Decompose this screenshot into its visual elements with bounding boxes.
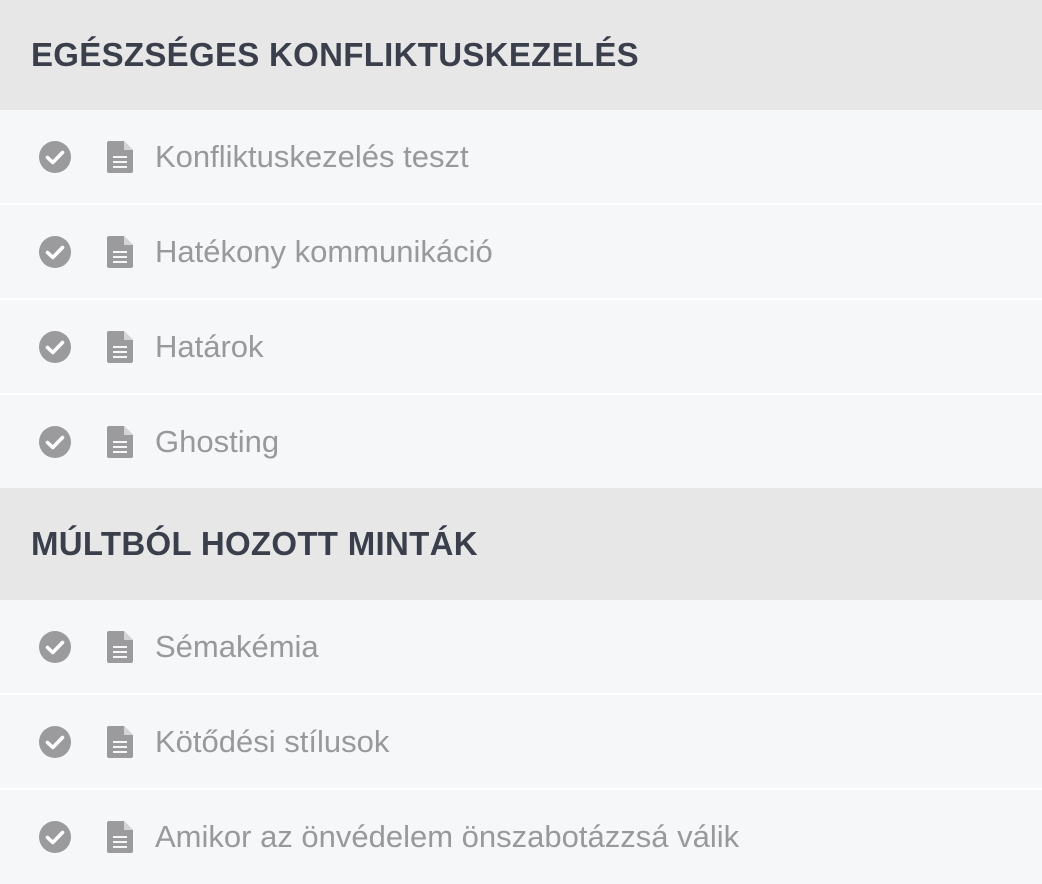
check-circle-icon: [39, 630, 71, 663]
section-header[interactable]: EGÉSZSÉGES KONFLIKTUSKEZELÉS: [0, 0, 1042, 110]
document-icon: [107, 330, 133, 363]
check-circle-icon: [39, 330, 71, 363]
lesson-row[interactable]: Amikor az önvédelem önszabotázzsá válik: [0, 790, 1042, 883]
lesson-label: Konfliktuskezelés teszt: [155, 138, 469, 174]
section-title: EGÉSZSÉGES KONFLIKTUSKEZELÉS: [31, 36, 639, 73]
document-icon: [107, 725, 133, 758]
lesson-label: Kötődési stílusok: [155, 723, 390, 759]
lesson-row[interactable]: Konfliktuskezelés teszt: [0, 110, 1042, 205]
document-icon: [107, 425, 133, 458]
lesson-list: Sémakémia Kötődési stílusok Amikor az ön…: [0, 600, 1042, 883]
lesson-label: Határok: [155, 328, 264, 364]
lesson-row[interactable]: Hatékony kommunikáció: [0, 205, 1042, 300]
section-title: MÚLTBÓL HOZOTT MINTÁK: [31, 525, 478, 562]
check-circle-icon: [39, 235, 71, 268]
section-header[interactable]: MÚLTBÓL HOZOTT MINTÁK: [0, 488, 1042, 600]
lesson-row[interactable]: Sémakémia: [0, 600, 1042, 695]
document-icon: [107, 820, 133, 853]
check-circle-icon: [39, 425, 71, 458]
check-circle-icon: [39, 820, 71, 853]
lesson-label: Ghosting: [155, 423, 280, 459]
lesson-row[interactable]: Kötődési stílusok: [0, 695, 1042, 790]
document-icon: [107, 630, 133, 663]
lesson-row[interactable]: Határok: [0, 300, 1042, 395]
lesson-label: Sémakémia: [155, 628, 319, 664]
lesson-label: Hatékony kommunikáció: [155, 233, 493, 269]
lesson-list: Konfliktuskezelés teszt Hatékony kommuni…: [0, 110, 1042, 488]
check-circle-icon: [39, 725, 71, 758]
document-icon: [107, 140, 133, 173]
lesson-label: Amikor az önvédelem önszabotázzsá válik: [155, 818, 740, 854]
document-icon: [107, 235, 133, 268]
course-outline: EGÉSZSÉGES KONFLIKTUSKEZELÉS Konfliktusk…: [0, 0, 1042, 884]
check-circle-icon: [39, 140, 71, 173]
lesson-row[interactable]: Ghosting: [0, 395, 1042, 488]
